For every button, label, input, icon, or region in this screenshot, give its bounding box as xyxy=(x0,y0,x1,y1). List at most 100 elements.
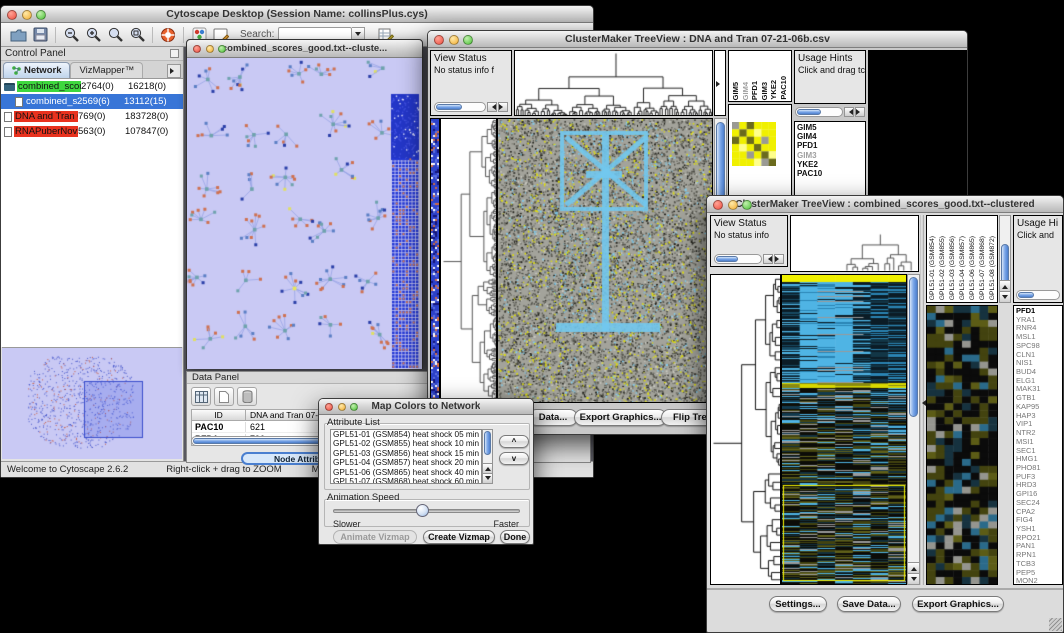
column-label[interactable]: GIM5 xyxy=(731,82,741,100)
close-button[interactable] xyxy=(325,403,333,411)
column-label[interactable]: GIM3 xyxy=(760,82,770,100)
select-attributes-button[interactable] xyxy=(191,387,211,406)
save-data-button[interactable]: Data... xyxy=(528,409,578,426)
gene-label[interactable]: GIM5 xyxy=(797,123,865,132)
treeview1-titlebar[interactable]: ClusterMaker TreeView : DNA and Tran 07-… xyxy=(428,31,967,48)
zoom-fit-button[interactable] xyxy=(104,25,126,45)
dendrogram-splitter[interactable] xyxy=(714,50,726,116)
global-overview-strip-canvas[interactable] xyxy=(430,118,440,403)
speed-slider-thumb[interactable] xyxy=(416,504,429,517)
scroll-up-button[interactable] xyxy=(908,562,919,573)
attribute-list-vscrollbar[interactable] xyxy=(482,429,493,484)
scroll-left-button[interactable] xyxy=(487,102,497,112)
minimize-button[interactable] xyxy=(206,45,214,53)
minimize-button[interactable] xyxy=(338,403,346,411)
column-dendrogram-panel[interactable] xyxy=(790,215,919,272)
help-button[interactable] xyxy=(157,25,179,45)
minimize-button[interactable] xyxy=(728,200,738,210)
column-label[interactable]: GPL51-06 (GSM865) xyxy=(968,236,978,300)
main-titlebar[interactable]: Cytoscape Desktop (Session Name: collins… xyxy=(1,6,593,23)
attribute-item[interactable]: GPL51-02 (GSM855) heat shock 10 min xyxy=(331,439,481,448)
save-data-button[interactable]: Save Data... xyxy=(837,596,901,612)
move-down-button[interactable]: v xyxy=(499,452,529,465)
scroll-right-button[interactable] xyxy=(774,254,784,264)
gene-label[interactable]: PAC10 xyxy=(797,169,865,178)
scrollbar-thumb[interactable] xyxy=(909,277,918,417)
zoom-button[interactable] xyxy=(742,200,752,210)
create-attribute-button[interactable] xyxy=(214,387,234,406)
gene-label[interactable]: GIM3 xyxy=(797,151,865,160)
network-row[interactable]: RNAPuberNov2+! 563(0) 107847(0) xyxy=(1,124,183,139)
scroll-left-button[interactable] xyxy=(844,107,854,117)
minimize-button[interactable] xyxy=(22,10,32,20)
column-label[interactable]: PAC10 xyxy=(779,76,789,100)
close-button[interactable] xyxy=(713,200,723,210)
column-labels-vscrollbar[interactable] xyxy=(999,215,1011,303)
zoom-in-button[interactable] xyxy=(82,25,104,45)
main-heatmap-panel[interactable] xyxy=(497,118,713,403)
scrollbar-thumb[interactable] xyxy=(436,104,462,110)
column-dendrogram-panel[interactable] xyxy=(514,50,713,116)
network-overview-panel[interactable] xyxy=(2,347,182,459)
zoom-heatmap-canvas[interactable] xyxy=(732,122,776,166)
main-heatmap-canvas[interactable] xyxy=(782,275,906,584)
scroll-left-button[interactable] xyxy=(763,254,773,264)
zoom-button[interactable] xyxy=(218,45,226,53)
create-vizmap-button[interactable]: Create Vizmap xyxy=(423,530,495,544)
scroll-down-button[interactable] xyxy=(1000,291,1010,302)
col-id[interactable]: ID xyxy=(192,410,246,420)
tab-network[interactable]: Network xyxy=(3,62,70,78)
column-label[interactable]: GPL51-07 (GSM868) xyxy=(978,236,988,300)
row-dendrogram-panel[interactable] xyxy=(710,274,781,585)
scroll-right-button[interactable] xyxy=(498,102,508,112)
float-panel-icon[interactable] xyxy=(170,49,179,58)
zoom-heatmap-panel[interactable] xyxy=(926,305,998,585)
delete-attribute-button[interactable] xyxy=(237,387,257,406)
heatmap-vscrollbar[interactable] xyxy=(907,274,920,585)
save-session-button[interactable] xyxy=(29,25,51,45)
network-row[interactable]: combined_scores 2764(0) 16218(0) xyxy=(1,79,183,94)
network-graph-canvas[interactable] xyxy=(187,58,422,369)
row-dendrogram-canvas[interactable] xyxy=(441,119,496,402)
gene-label[interactable]: GIM4 xyxy=(797,132,865,141)
export-graphics-button[interactable]: Export Graphics... xyxy=(912,596,1004,612)
attribute-item[interactable]: GPL51-06 (GSM865) heat shock 40 min xyxy=(331,468,481,477)
scrollbar-thumb[interactable] xyxy=(484,431,491,455)
close-button[interactable] xyxy=(7,10,17,20)
treeview2-titlebar[interactable]: ClusterMaker TreeView : combined_scores_… xyxy=(707,196,1063,213)
attribute-item[interactable]: GPL51-03 (GSM856) heat shock 15 min xyxy=(331,449,481,458)
zoom-selected-button[interactable] xyxy=(126,25,148,45)
scroll-up-button[interactable] xyxy=(483,463,492,473)
zoom-out-button[interactable] xyxy=(60,25,82,45)
animate-vizmap-button[interactable]: Animate Vizmap xyxy=(333,530,417,544)
view-status-scrollbar[interactable] xyxy=(714,254,784,264)
attribute-item[interactable]: GPL51-07 (GSM868) heat shock 60 min xyxy=(331,477,481,484)
split-divider[interactable] xyxy=(920,215,924,585)
column-label[interactable]: GPL51-02 (GSM855) xyxy=(938,236,948,300)
network-row[interactable]: combined_sco 2569(6) 13112(15) xyxy=(1,94,183,109)
dialog-titlebar[interactable]: Map Colors to Network xyxy=(319,399,533,415)
scroll-right-button[interactable] xyxy=(855,107,865,117)
main-heatmap-panel[interactable] xyxy=(781,274,907,585)
attribute-item[interactable]: GPL51-04 (GSM857) heat shock 20 min xyxy=(331,458,481,467)
minimize-button[interactable] xyxy=(449,35,459,45)
zoom-heatmap-canvas[interactable] xyxy=(927,306,997,584)
scroll-down-button[interactable] xyxy=(483,473,492,483)
scrollbar-thumb[interactable] xyxy=(797,109,821,115)
resize-grip[interactable] xyxy=(1049,618,1062,631)
column-label[interactable]: YKE2 xyxy=(769,80,779,100)
row-dendrogram-canvas[interactable] xyxy=(711,275,780,584)
network-view-titlebar[interactable]: combined_scores_good.txt--cluste... xyxy=(187,40,422,58)
row-dendrogram-panel[interactable] xyxy=(440,118,497,403)
column-label[interactable]: GIM4 xyxy=(741,82,751,100)
move-up-button[interactable]: ^ xyxy=(499,435,529,448)
zoom-button[interactable] xyxy=(36,10,46,20)
open-session-button[interactable] xyxy=(7,25,29,45)
settings-button[interactable]: Settings... xyxy=(769,596,827,612)
column-label[interactable]: PFD1 xyxy=(750,81,760,100)
scroll-up-button[interactable] xyxy=(1000,280,1010,291)
network-row[interactable]: DNA and Tran 07 769(0) 183728(0) xyxy=(1,109,183,124)
column-dendrogram-canvas[interactable] xyxy=(791,216,918,271)
view-status-scrollbar[interactable] xyxy=(434,102,508,112)
tab-vizmapper[interactable]: VizMapper™ xyxy=(70,62,143,78)
